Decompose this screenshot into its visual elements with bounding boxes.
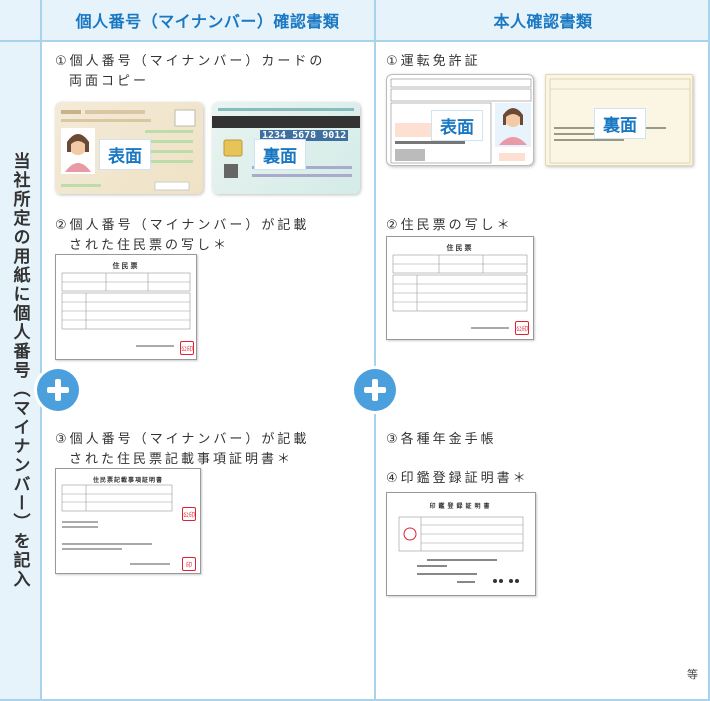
left-certificate-table	[61, 484, 173, 565]
mynumber-card-back: 1234 5678 9012 裏面	[212, 102, 360, 194]
left-juminhyo-doc: 住民票 公印	[55, 254, 197, 360]
header-identity-docs: 本人確認書類	[376, 0, 710, 40]
side-label-panel: 当社所定の用紙に個人番号（マイナンバー）を記入	[0, 40, 40, 701]
right-plus-icon	[354, 369, 396, 411]
left-certificate-seal: 公印	[182, 507, 196, 521]
license-front-label: 表面	[431, 110, 483, 141]
right-item2-title: ②住民票の写し＊	[386, 218, 513, 233]
right-item3-title: ③各種年金手帳	[386, 432, 497, 447]
right-juminhyo-table	[392, 254, 528, 329]
license-back: 裏面	[545, 74, 693, 166]
side-label: 当社所定の用紙に個人番号（マイナンバー）を記入	[9, 152, 30, 589]
right-juminhyo-seal: 公印	[515, 321, 529, 335]
right-seal-certificate-table	[398, 516, 524, 583]
divider-columns	[374, 0, 376, 701]
license-back-label: 裏面	[594, 108, 646, 139]
left-plus-icon	[37, 369, 79, 411]
left-certificate-doc: 住民票記載事項証明書 公印 印	[55, 468, 201, 574]
card-back-label: 裏面	[254, 139, 306, 170]
card-front-label: 表面	[99, 139, 151, 170]
left-item2-title: ②個人番号（マイナンバー）が記載 された住民票の写し＊	[55, 218, 310, 253]
footer-etc: 等	[687, 668, 698, 681]
left-item1-title: ①個人番号（マイナンバー）カードの 両面コピー	[55, 54, 326, 89]
right-item1-title: ①運転免許証	[386, 54, 481, 69]
header-corner	[0, 0, 40, 40]
mynumber-card-front: 表面	[55, 102, 203, 194]
left-juminhyo-seal: 公印	[180, 341, 194, 355]
license-front: 表面	[386, 74, 534, 166]
left-item3-title: ③個人番号（マイナンバー）が記載 された住民票記載事項証明書＊	[55, 432, 310, 467]
right-item4-title: ④印鑑登録証明書＊	[386, 471, 529, 486]
right-juminhyo-doc: 住民票 公印	[386, 236, 534, 340]
header-mynumber-docs: 個人番号（マイナンバー）確認書類	[41, 0, 374, 40]
right-seal-certificate-doc: 印鑑登録証明書	[386, 492, 536, 596]
divider-side	[40, 0, 42, 701]
divider-header	[0, 40, 710, 42]
left-juminhyo-table	[61, 272, 191, 347]
left-certificate-seal2: 印	[182, 557, 196, 571]
